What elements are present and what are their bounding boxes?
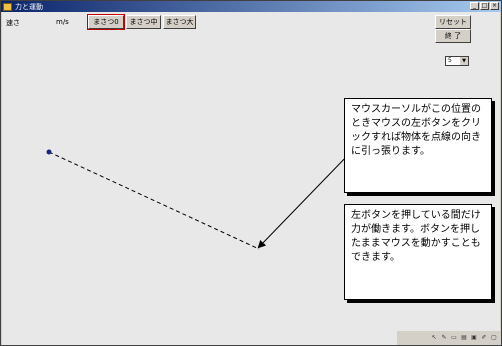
callout-pointer-arrow [257,152,351,249]
window-icon[interactable]: ▢ [490,334,498,342]
instruction-callout-click: マウスカーソルがこの位置のときマウスの左ボタンをクリックすれば物体を点線の向きに… [344,98,492,193]
edit-icon[interactable]: ✐ [480,334,488,342]
cursor-icon[interactable]: ↖ [430,334,438,342]
printer-icon[interactable]: ▤ [460,334,468,342]
callout-click-text: マウスカーソルがこの位置のときマウスの左ボタンをクリックすれば物体を点線の向きに… [351,104,481,157]
callout-hold-text: 左ボタンを押している間だけ力が働きます。ボタンを押したままマウスを動かすこともで… [351,210,481,263]
pull-direction-line [48,151,260,250]
folder-icon[interactable]: ▭ [450,334,458,342]
app-window: 力と運動 _ □ × 速さ m/s まさつ0 まさつ中 まさつ大 リセット 終 … [0,0,502,346]
save-icon[interactable]: ▣ [470,334,478,342]
instruction-callout-hold: 左ボタンを押している間だけ力が働きます。ボタンを押したままマウスを動かすこともで… [344,204,492,300]
system-tray: ↖ ✎ ▭ ▤ ▣ ✐ ▢ [397,331,501,345]
pen-icon[interactable]: ✎ [440,334,448,342]
moving-object[interactable] [46,149,52,155]
